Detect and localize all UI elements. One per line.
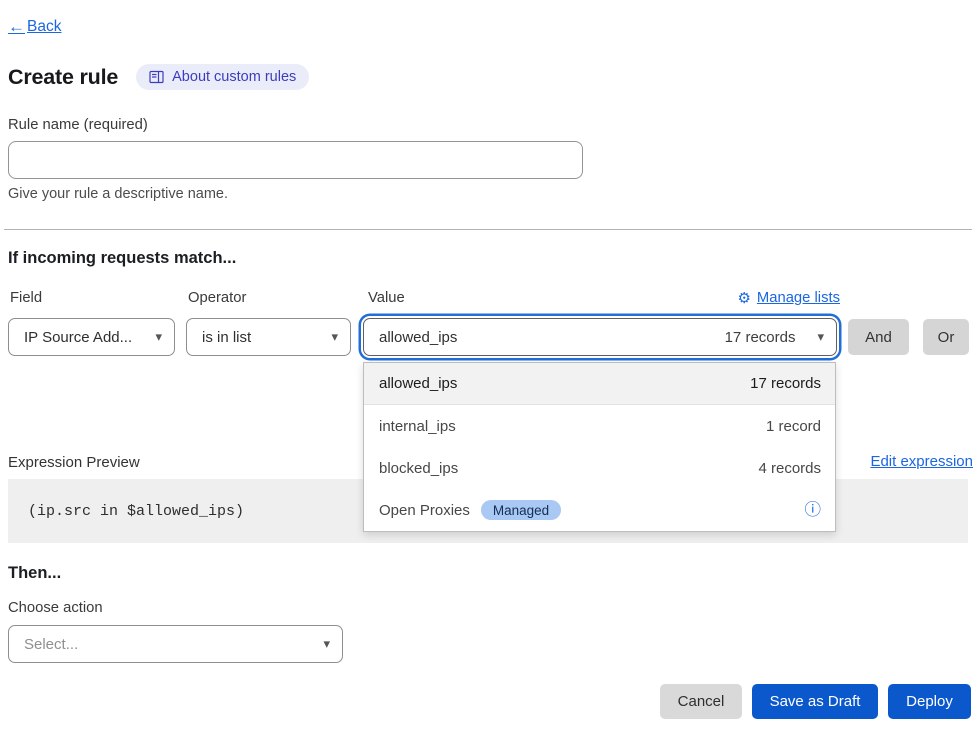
save-as-draft-button[interactable]: Save as Draft <box>752 684 878 719</box>
title-row: Create rule About custom rules <box>8 64 309 90</box>
section-divider <box>4 229 972 230</box>
rule-name-helper-text: Give your rule a descriptive name. <box>8 186 228 202</box>
list-name: Open Proxies <box>379 502 470 519</box>
list-item-open-proxies[interactable]: Open Proxies Managed ⓘ <box>364 489 835 531</box>
list-item-blocked-ips[interactable]: blocked_ips 4 records <box>364 447 835 489</box>
value-select-value: allowed_ips <box>379 329 457 346</box>
book-icon <box>149 70 164 84</box>
action-select[interactable]: Select... ▾ <box>8 625 343 663</box>
or-button[interactable]: Or <box>923 319 969 355</box>
value-select[interactable]: allowed_ips 17 records ▾ <box>363 318 837 356</box>
operator-label: Operator <box>188 290 246 306</box>
info-icon[interactable]: ⓘ <box>805 502 822 519</box>
cancel-button[interactable]: Cancel <box>660 684 742 719</box>
rule-name-input[interactable] <box>8 141 583 179</box>
list-name: internal_ips <box>379 418 456 435</box>
expression-preview-label: Expression Preview <box>8 454 140 471</box>
then-section-heading: Then... <box>8 564 61 583</box>
and-button[interactable]: And <box>848 319 909 355</box>
list-name: allowed_ips <box>379 375 457 392</box>
chevron-down-icon: ▾ <box>331 329 338 345</box>
manage-lists-link[interactable]: ⚙ Manage lists <box>737 289 840 307</box>
value-select-record-count: 17 records <box>725 329 796 346</box>
list-record-count: 17 records <box>750 375 821 392</box>
deploy-button[interactable]: Deploy <box>888 684 971 719</box>
list-record-count: 4 records <box>758 460 821 477</box>
operator-select-value: is in list <box>202 329 251 346</box>
edit-expression-link[interactable]: Edit expression <box>870 453 973 470</box>
list-name: blocked_ips <box>379 460 458 477</box>
back-arrow-icon: ← <box>8 17 25 37</box>
rule-name-label: Rule name (required) <box>8 117 148 133</box>
about-custom-rules-label: About custom rules <box>172 69 296 85</box>
gear-icon: ⚙ <box>737 289 750 307</box>
expression-code: (ip.src in $allowed_ips) <box>28 503 244 520</box>
back-link[interactable]: ←Back <box>8 17 61 37</box>
page-title: Create rule <box>8 65 118 90</box>
chevron-down-icon: ▾ <box>817 329 824 345</box>
field-label: Field <box>10 290 42 306</box>
list-item-internal-ips[interactable]: internal_ips 1 record <box>364 405 835 447</box>
value-dropdown-menu: allowed_ips 17 records internal_ips 1 re… <box>363 362 836 532</box>
action-select-placeholder: Select... <box>24 636 78 653</box>
list-item-allowed-ips[interactable]: allowed_ips 17 records <box>364 363 835 405</box>
field-select[interactable]: IP Source Add... ▾ <box>8 318 175 356</box>
choose-action-label: Choose action <box>8 600 103 616</box>
list-record-count: 1 record <box>766 418 821 435</box>
back-link-label: Back <box>27 18 61 36</box>
field-select-value: IP Source Add... <box>24 329 132 346</box>
create-rule-page: ←Back Create rule About custom rules Rul… <box>0 0 979 739</box>
value-label: Value <box>368 290 405 306</box>
chevron-down-icon: ▾ <box>323 636 330 652</box>
managed-badge: Managed <box>481 500 561 520</box>
manage-lists-label: Manage lists <box>757 290 840 306</box>
operator-select[interactable]: is in list ▾ <box>186 318 351 356</box>
chevron-down-icon: ▾ <box>155 329 162 345</box>
match-section-heading: If incoming requests match... <box>8 249 236 268</box>
about-custom-rules-link[interactable]: About custom rules <box>136 64 309 90</box>
